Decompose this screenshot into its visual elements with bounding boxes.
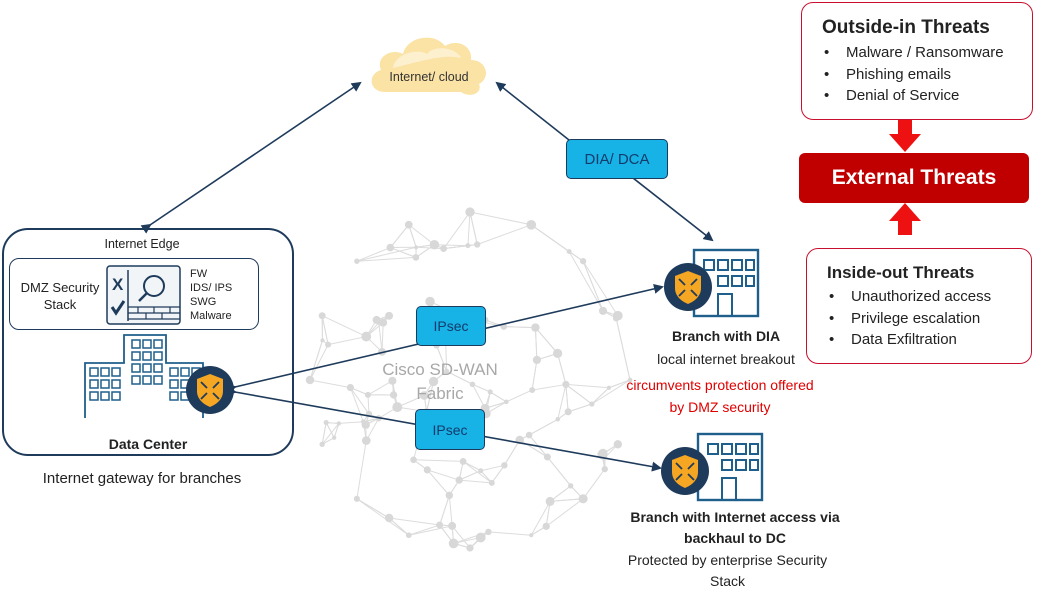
stack-item: FW bbox=[190, 268, 208, 280]
dia-branch-link bbox=[632, 177, 714, 242]
branch-backhaul-title: Branch with Internet access via backhaul… bbox=[600, 507, 870, 549]
dmz-label-line1: DMZ Security bbox=[20, 280, 100, 295]
data-center-title: Data Center bbox=[108, 436, 188, 452]
branch-dia-warning: circumvents protection offered by DMZ se… bbox=[600, 374, 840, 418]
ipsec-tunnel-backhaul: IPsec bbox=[415, 409, 485, 450]
dc-cloud-link bbox=[140, 81, 362, 234]
router-shield-icon bbox=[186, 366, 234, 414]
external-threats-banner: External Threats bbox=[799, 153, 1029, 203]
internet-edge-label: Internet Edge bbox=[104, 237, 180, 251]
cloud-icon bbox=[371, 37, 486, 95]
dia-cloud-link bbox=[495, 81, 570, 141]
fabric-label: Cisco SD-WAN Fabric bbox=[370, 358, 510, 406]
threat-item: Unauthorized access bbox=[827, 286, 1031, 308]
outside-in-arrow-icon bbox=[889, 120, 921, 152]
threat-item: Malware / Ransomware bbox=[822, 42, 1032, 64]
outside-in-title: Outside-in Threats bbox=[822, 17, 990, 38]
inside-out-title: Inside-out Threats bbox=[827, 263, 975, 282]
branch-backhaul-title-line2: backhaul to DC bbox=[684, 530, 786, 546]
stack-item: SWG bbox=[190, 296, 217, 308]
outside-in-list: Malware / Ransomware Phishing emails Den… bbox=[822, 42, 1032, 107]
dia-dca-label: DIA/ DCA bbox=[566, 139, 668, 179]
branch-backhaul-router-icon bbox=[661, 447, 709, 495]
dmz-label-line2: Stack bbox=[43, 297, 77, 312]
data-center-caption: Internet gateway for branches bbox=[42, 470, 242, 487]
branch-backhaul-desc-line2: Stack bbox=[709, 573, 745, 589]
inside-out-arrow-icon bbox=[889, 203, 921, 235]
fabric-label-line1: Cisco SD-WAN bbox=[382, 360, 498, 379]
threat-item: Denial of Service bbox=[822, 85, 1032, 107]
stack-item: Malware bbox=[190, 310, 232, 322]
inside-out-list: Unauthorized access Privilege escalation… bbox=[827, 286, 1031, 351]
threat-item: Privilege escalation bbox=[827, 308, 1031, 330]
outside-in-threats-box: Outside-in Threats Malware / Ransomware … bbox=[801, 2, 1033, 120]
branch-dia-warning-line1: circumvents protection offered bbox=[626, 377, 814, 393]
branch-dia-warning-line2: by DMZ security bbox=[669, 399, 771, 415]
ipsec-tunnel-dia: IPsec bbox=[416, 306, 486, 346]
threat-item: Phishing emails bbox=[822, 64, 1032, 86]
stack-items-list: FW IDS/ IPS SWG Malware bbox=[190, 267, 232, 323]
branch-backhaul-desc: Protected by enterprise Security Stack bbox=[595, 550, 860, 592]
threat-item: Data Exfiltration bbox=[827, 329, 1031, 351]
cloud-label: Internet/ cloud bbox=[389, 70, 469, 84]
stack-item: IDS/ IPS bbox=[190, 282, 233, 294]
inside-out-threats-box: Inside-out Threats Unauthorized access P… bbox=[806, 248, 1032, 364]
dmz-label: DMZ Security Stack bbox=[14, 279, 106, 313]
branch-dia-router-icon bbox=[664, 263, 712, 311]
svg-text:X: X bbox=[112, 275, 124, 294]
branch-backhaul-title-line1: Branch with Internet access via bbox=[630, 509, 840, 525]
fabric-label-line2: Fabric bbox=[416, 384, 464, 403]
security-stack-icon: X bbox=[106, 265, 181, 325]
branch-backhaul-desc-line1: Protected by enterprise Security bbox=[627, 552, 828, 568]
